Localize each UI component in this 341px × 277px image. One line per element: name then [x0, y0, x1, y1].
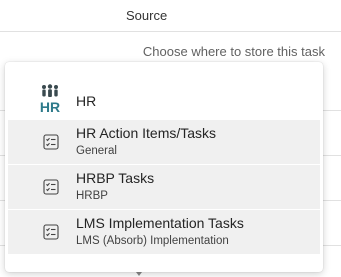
- hr-logo-text: HR: [40, 99, 60, 114]
- group-header-hr: HR HR: [5, 82, 323, 118]
- row-divider: [323, 200, 341, 201]
- option-title: HRBP Tasks: [76, 170, 155, 186]
- task-list-icon: [43, 224, 59, 240]
- row-divider: [323, 245, 341, 246]
- source-column-header[interactable]: Source: [126, 8, 167, 23]
- group-name: HR: [76, 93, 97, 109]
- hr-logo-icon: HR: [40, 84, 60, 114]
- option-lms-implementation-tasks[interactable]: LMS Implementation Tasks LMS (Absorb) Im…: [8, 210, 320, 254]
- option-subtitle: LMS (Absorb) Implementation: [76, 235, 229, 247]
- option-hr-action-items[interactable]: HR Action Items/Tasks General: [8, 120, 320, 164]
- option-subtitle: General: [76, 145, 117, 157]
- column-header-row: Source: [0, 0, 341, 32]
- task-list-icon: [43, 134, 59, 150]
- option-subtitle: HRBP: [76, 190, 108, 202]
- task-location-dropdown: HR HR HR Action Items/Tasks General HRBP…: [5, 62, 323, 272]
- option-hrbp-tasks[interactable]: HRBP Tasks HRBP: [8, 165, 320, 209]
- caret-icon: [136, 272, 142, 276]
- task-list-icon: [43, 179, 59, 195]
- option-title: HR Action Items/Tasks: [76, 125, 217, 141]
- store-location-hint: Choose where to store this task: [142, 44, 325, 59]
- option-title: LMS Implementation Tasks: [76, 215, 244, 231]
- row-divider: [323, 110, 341, 111]
- row-divider: [323, 155, 341, 156]
